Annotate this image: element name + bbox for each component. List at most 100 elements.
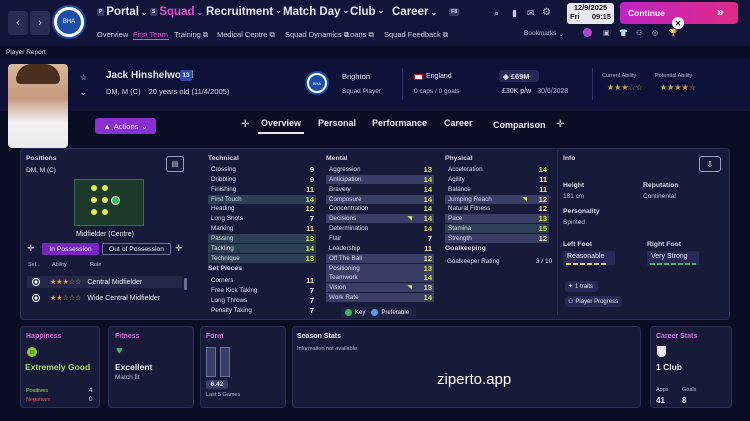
- attribute-row[interactable]: Dribbling 9: [208, 175, 316, 184]
- subnav-loans[interactable]: Loans ⧉: [346, 30, 374, 40]
- bookmarks-dropdown[interactable]: Bookmarks ⌄: [524, 30, 564, 38]
- tactics-icon[interactable]: ◎: [652, 29, 658, 37]
- date-text: 12/9/2025: [573, 3, 608, 12]
- attribute-row[interactable]: Heading 12: [208, 204, 316, 213]
- gear-icon[interactable]: ⚙: [542, 7, 551, 18]
- mail-icon[interactable]: ✉: [527, 8, 535, 19]
- chat-icon[interactable]: [583, 28, 592, 37]
- tab-overview[interactable]: Overview: [261, 118, 301, 128]
- rb-button-icon[interactable]: ✛: [556, 119, 564, 130]
- forward-button[interactable]: ›: [30, 11, 50, 35]
- out-of-possession-button[interactable]: Out of Possession: [102, 243, 171, 255]
- attribute-legend: Key Preferable: [341, 307, 416, 318]
- attribute-row[interactable]: Long Shots 7: [208, 214, 316, 223]
- traits-button[interactable]: ✦ 1 traits: [565, 281, 598, 292]
- value-pill[interactable]: ◈ £69M: [499, 70, 539, 82]
- player-progress-button[interactable]: ⚇ Player Progress: [565, 296, 622, 307]
- attribute-row[interactable]: Marking 11: [208, 224, 316, 233]
- attribute-row[interactable]: Technique 13: [208, 253, 316, 263]
- attribute-row[interactable]: Concentration 14: [326, 204, 434, 213]
- player-photo: [8, 64, 68, 148]
- attribute-row[interactable]: Long Throws 7: [208, 296, 316, 305]
- back-button[interactable]: ‹: [8, 11, 28, 35]
- tab-comparison[interactable]: Comparison: [493, 120, 546, 130]
- attribute-row[interactable]: Positioning 13: [326, 263, 434, 273]
- bookmark-icon[interactable]: ▮: [512, 8, 517, 19]
- tab-personal[interactable]: Personal: [318, 118, 356, 128]
- star-icon[interactable]: ☆: [80, 73, 87, 82]
- attribute-value: 7: [427, 233, 432, 243]
- subnav-training[interactable]: Training ⧉: [174, 30, 208, 40]
- attribute-row[interactable]: Balance 11: [445, 185, 549, 194]
- search-icon[interactable]: ⌕: [494, 8, 499, 19]
- legend-preferable: Preferable: [381, 309, 410, 316]
- attribute-row[interactable]: Vision ◥ 13: [326, 283, 434, 293]
- nav-squad[interactable]: S Squad ⌄: [150, 6, 203, 18]
- lt-button-icon[interactable]: ✛: [27, 243, 35, 254]
- attribute-row[interactable]: Acceleration 14: [445, 165, 549, 174]
- nav-recruitment[interactable]: Recruitment ⌄: [206, 6, 282, 18]
- attribute-row[interactable]: Finishing 11: [208, 185, 316, 194]
- nav-match-day[interactable]: Match Day ⌄: [283, 6, 349, 18]
- chevron-down-icon[interactable]: ⌄: [80, 88, 87, 97]
- tab-performance[interactable]: Performance: [372, 118, 427, 128]
- subnav-overview[interactable]: Overview: [97, 30, 128, 39]
- attribute-row[interactable]: Teamwork 14: [326, 273, 434, 283]
- trophy-icon[interactable]: 🏆: [669, 29, 678, 37]
- attribute-row[interactable]: Tackling 14: [208, 243, 316, 253]
- nav-career[interactable]: Career ⌄ F8: [392, 6, 459, 18]
- attribute-row[interactable]: Aggression 13: [326, 165, 434, 174]
- attribute-row[interactable]: Stamina 15: [445, 224, 549, 234]
- rt-button-icon[interactable]: ✛: [175, 243, 183, 254]
- attribute-row[interactable]: Composure 14: [326, 194, 434, 204]
- lb-button-icon[interactable]: ✛: [241, 119, 249, 130]
- subnav-medical-centre[interactable]: Medical Centre ⧉: [217, 30, 275, 40]
- club-info-icon[interactable]: ▣: [603, 29, 610, 37]
- subnav-first-team[interactable]: First Team: [133, 30, 168, 39]
- in-possession-button[interactable]: In Possession: [42, 243, 99, 255]
- close-icon[interactable]: ✕: [672, 17, 684, 29]
- attribute-row[interactable]: Decisions ◥ 14: [326, 214, 434, 224]
- nav-portal[interactable]: P Portal ⌄: [97, 6, 148, 18]
- subnav-squad-dynamics[interactable]: Squad Dynamics ⧉: [285, 30, 349, 40]
- attribute-row[interactable]: Flair 7: [326, 234, 434, 243]
- attribute-row[interactable]: Corners 11: [208, 276, 316, 285]
- people-icon[interactable]: ⚇: [636, 29, 642, 37]
- club-crest-icon[interactable]: BHA: [305, 71, 329, 95]
- tab-career[interactable]: Career: [444, 118, 473, 128]
- info-button[interactable]: ⇩: [699, 156, 721, 172]
- attribute-row[interactable]: Jumping Reach ◥ 12: [445, 194, 549, 204]
- attribute-row[interactable]: Work Rate 14: [326, 293, 434, 303]
- roles-scrollbar[interactable]: [184, 278, 187, 290]
- subnav-squad-feedback[interactable]: Squad Feedback ⧉: [384, 30, 448, 40]
- subnav-active-underline: [133, 39, 169, 40]
- attribute-row[interactable]: Pace 13: [445, 214, 549, 224]
- attribute-row[interactable]: Agility 11: [445, 175, 549, 184]
- attribute-row[interactable]: Bravery 14: [326, 185, 434, 194]
- attribute-value: 14: [423, 184, 432, 194]
- shirt-icon[interactable]: 👕: [619, 29, 628, 37]
- attribute-row[interactable]: Crossing 9: [208, 165, 316, 174]
- attribute-row[interactable]: First Touch 14: [208, 194, 316, 204]
- club-name[interactable]: Brighton: [342, 72, 370, 81]
- attribute-value: 9: [309, 165, 314, 174]
- attribute-row[interactable]: Passing 13: [208, 233, 316, 243]
- date-display[interactable]: 12/9/2025 Fri 09:15: [567, 3, 614, 24]
- attribute-row[interactable]: Free Kick Taking 7: [208, 286, 316, 295]
- attribute-label: Decisions: [329, 215, 357, 223]
- attribute-row[interactable]: Anticipation 14: [326, 174, 434, 184]
- nation[interactable]: England: [414, 73, 452, 80]
- club-crest-icon[interactable]: BHA: [52, 5, 86, 39]
- role-row[interactable]: ★★☆☆☆ Wide Central Midfielder: [27, 292, 182, 304]
- actions-button[interactable]: ▲ Actions ⌄: [95, 118, 156, 134]
- attribute-row[interactable]: Off The Ball 12: [326, 253, 434, 263]
- role-row[interactable]: ★★★☆☆ Central Midfielder: [27, 276, 182, 288]
- attribute-row[interactable]: Strength 12: [445, 233, 549, 243]
- attribute-row[interactable]: Leadership 11: [326, 244, 434, 253]
- attribute-row[interactable]: Natural Fitness 12: [445, 204, 549, 213]
- pitch-view-button[interactable]: ▤: [166, 156, 184, 172]
- season-stats-panel[interactable]: [292, 326, 641, 408]
- attribute-row[interactable]: Determination 14: [326, 224, 434, 233]
- attribute-row[interactable]: Penalty Taking 7: [208, 306, 316, 315]
- nav-club[interactable]: Club ⌄: [350, 6, 384, 18]
